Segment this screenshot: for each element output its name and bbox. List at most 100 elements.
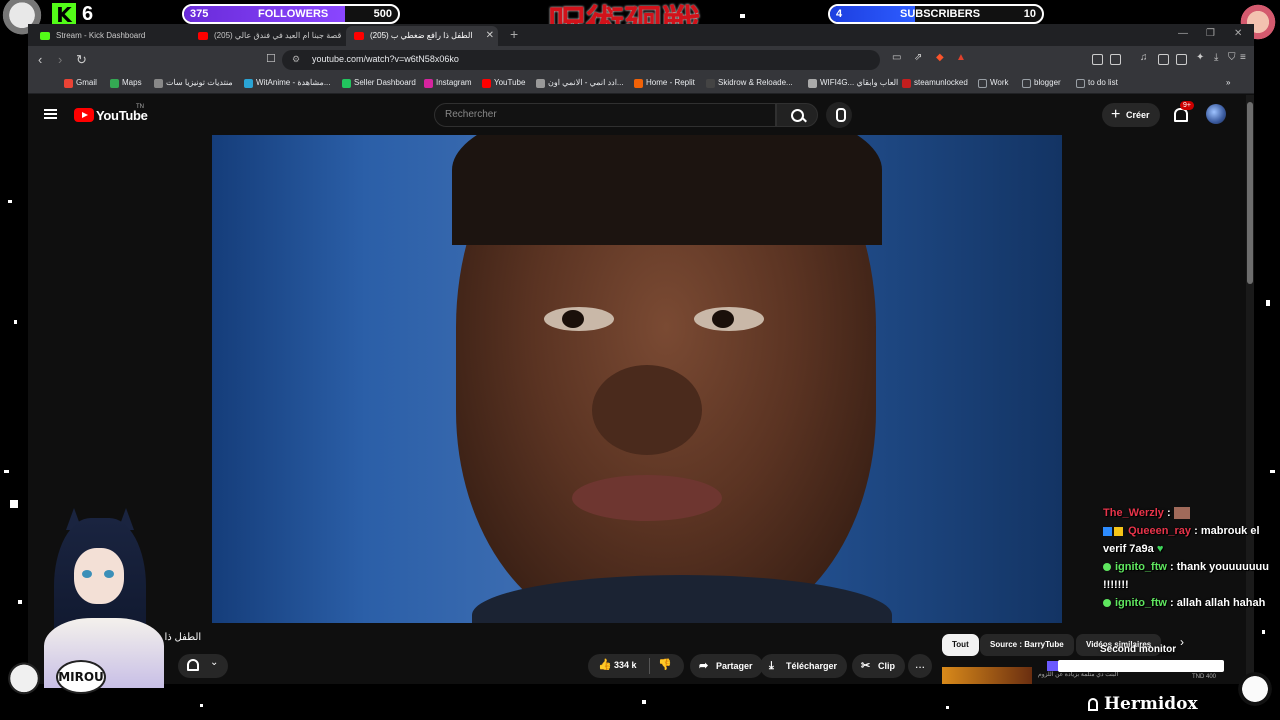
bookmark-tunisia-sat[interactable]: منتديات تونيزيا سات [154,78,233,88]
followers-label: FOLLOWERS [258,8,329,20]
music-icon[interactable]: ♫ [1140,52,1148,63]
second-monitor-label: Second monitor [1100,644,1177,655]
bookmark-steamunlocked[interactable]: steamunlocked [902,78,968,88]
video-frame-eye-right [694,307,764,331]
maximize-icon[interactable]: ❐ [1206,28,1215,39]
subscribers-current: 4 [836,8,843,20]
bookmark-youtube[interactable]: YouTube [482,78,525,88]
folder-icon [1076,79,1085,88]
followers-goal: 500 [373,8,392,20]
bookmark-maps[interactable]: Maps [110,78,142,88]
chat-username: ignito_ftw [1115,597,1167,609]
clip-button[interactable]: ✂ Clip [852,654,905,678]
chat-username: The_Werzly [1103,507,1164,519]
bookmark-anime[interactable]: ادد انمي - الانمي اون... [536,78,624,88]
chip-all[interactable]: Tout [942,634,979,656]
share-icon[interactable]: ⇗ [914,52,922,63]
hamburger-menu-icon[interactable] [44,109,57,119]
leo-ai-icon[interactable]: ✦ [1196,52,1204,63]
bookmark-folder-todo[interactable]: to do list [1076,78,1118,88]
new-tab-button[interactable]: + [510,26,518,42]
like-dislike-group: 👍 334 k 👎 [588,654,684,678]
bookmark-instagram[interactable]: Instagram [424,78,472,88]
confetti [740,14,745,18]
search-button[interactable] [776,103,818,127]
scrollbar-thumb[interactable] [1247,102,1253,284]
related-video-thumbnail[interactable] [942,667,1032,684]
create-button[interactable]: + Créer [1102,103,1160,127]
youtube-wordmark[interactable]: YouTube [96,108,148,123]
bookmark-seller-dashboard[interactable]: Seller Dashboard [342,78,416,88]
close-tab-icon[interactable]: ✕ [486,26,494,46]
forum-icon [154,79,163,88]
bookmark-replit[interactable]: Home - Replit [634,78,695,88]
tab-strip: Stream - Kick Dashboard (205) قصة جبنا ا… [28,24,1254,46]
share-button[interactable]: ➦ Partager [690,654,763,678]
reload-icon[interactable]: ↻ [76,52,87,68]
sidebar-icon[interactable] [1158,54,1169,65]
tab-title: (205) قصة جبنا ام العيد في فندق عالي [214,31,342,40]
related-video-title[interactable]: البنت دي متلمة بزيادة عن اللزوم [1038,671,1118,678]
forward-icon[interactable]: › [58,52,62,67]
back-icon[interactable]: ‹ [38,52,42,67]
close-window-icon[interactable]: ✕ [1234,28,1242,39]
cast-icon[interactable]: ▭ [892,52,901,63]
video-frame-lips [572,475,722,521]
minimize-icon[interactable]: — [1178,28,1188,39]
download-icon: ⤓ [769,660,774,672]
extension-icon[interactable] [1092,54,1103,65]
bookmark-folder-blogger[interactable]: blogger [1022,78,1061,88]
search-input[interactable] [445,109,745,120]
bookmark-icon[interactable]: ☐ [266,52,276,65]
stream-chat: The_Werzly : Queeen_ray : mabrouk el ver… [1098,504,1280,612]
plus-icon: + [1111,106,1121,123]
youtube-logo-icon[interactable] [74,108,94,122]
video-frame-hair [452,135,882,245]
vpn-icon[interactable]: ⛉ [1228,52,1236,63]
site-info-icon[interactable]: ⚙ [292,54,300,65]
bookmark-folder-work[interactable]: Work [978,78,1009,88]
share-label: Partager [716,661,753,671]
wallet-icon[interactable] [1176,54,1187,65]
kick-favicon-icon [40,32,50,40]
video-player[interactable] [212,135,1062,623]
subscription-notification-button[interactable]: ⌄ [178,654,228,678]
tab-youtube-1[interactable]: (205) قصة جبنا ام العيد في فندق عالي [190,26,346,46]
confetti [18,600,22,604]
vtuber-eye [82,570,92,578]
confetti [1262,630,1265,634]
bookmark-skidrow[interactable]: Skidrow & Reloade... [706,78,793,88]
vtuber-face [74,548,124,604]
tab-youtube-active[interactable]: (205) الطفل ذا رافع ضغطي ب ✕ [346,26,498,46]
omnibox[interactable]: ⚙ youtube.com/watch?v=w6tN58x06ko [282,50,880,70]
more-bookmarks-icon[interactable]: » [1226,78,1230,87]
account-avatar[interactable] [1206,104,1226,124]
voice-search-button[interactable] [826,102,852,128]
menu-icon[interactable]: ≡ [1240,52,1246,63]
more-actions-button[interactable]: ... [908,654,932,678]
like-button[interactable]: 👍 [598,658,612,671]
tab-title: Stream - Kick Dashboard [56,31,146,40]
dislike-button[interactable]: 👎 [658,658,672,671]
chat-message: ignito_ftw : thank youuuuuuu !!!!!!! [1103,561,1269,591]
verified-badge-icon [1103,599,1111,608]
download-button[interactable]: ⤓ Télécharger [760,654,848,678]
notifications-badge: 9+ [1180,101,1194,110]
extension-icon[interactable] [1110,54,1121,65]
bookmark-wifi4g[interactable]: WIFI4G... العاب وابقاي [808,78,898,88]
chevron-right-icon[interactable]: › [1180,635,1184,649]
subscribers-label: SUBSCRIBERS [900,8,981,20]
folder-icon [1022,79,1031,88]
bookmark-witanime[interactable]: WitAnime - مشاهدة... [244,78,330,88]
confetti [1266,300,1270,306]
white-progress-bar [1058,660,1224,672]
video-frame-eye-left [544,307,614,331]
brave-rewards-icon[interactable]: ▲ [956,52,966,63]
bell-icon [187,659,199,671]
search-box [434,103,776,127]
download-icon[interactable]: ⤓ [1214,52,1218,63]
bookmark-gmail[interactable]: Gmail [64,78,97,88]
tab-kick-dashboard[interactable]: Stream - Kick Dashboard [32,26,188,46]
chip-source[interactable]: Source : BarryTube [980,634,1074,656]
brave-shield-icon[interactable]: ◆ [936,52,944,63]
